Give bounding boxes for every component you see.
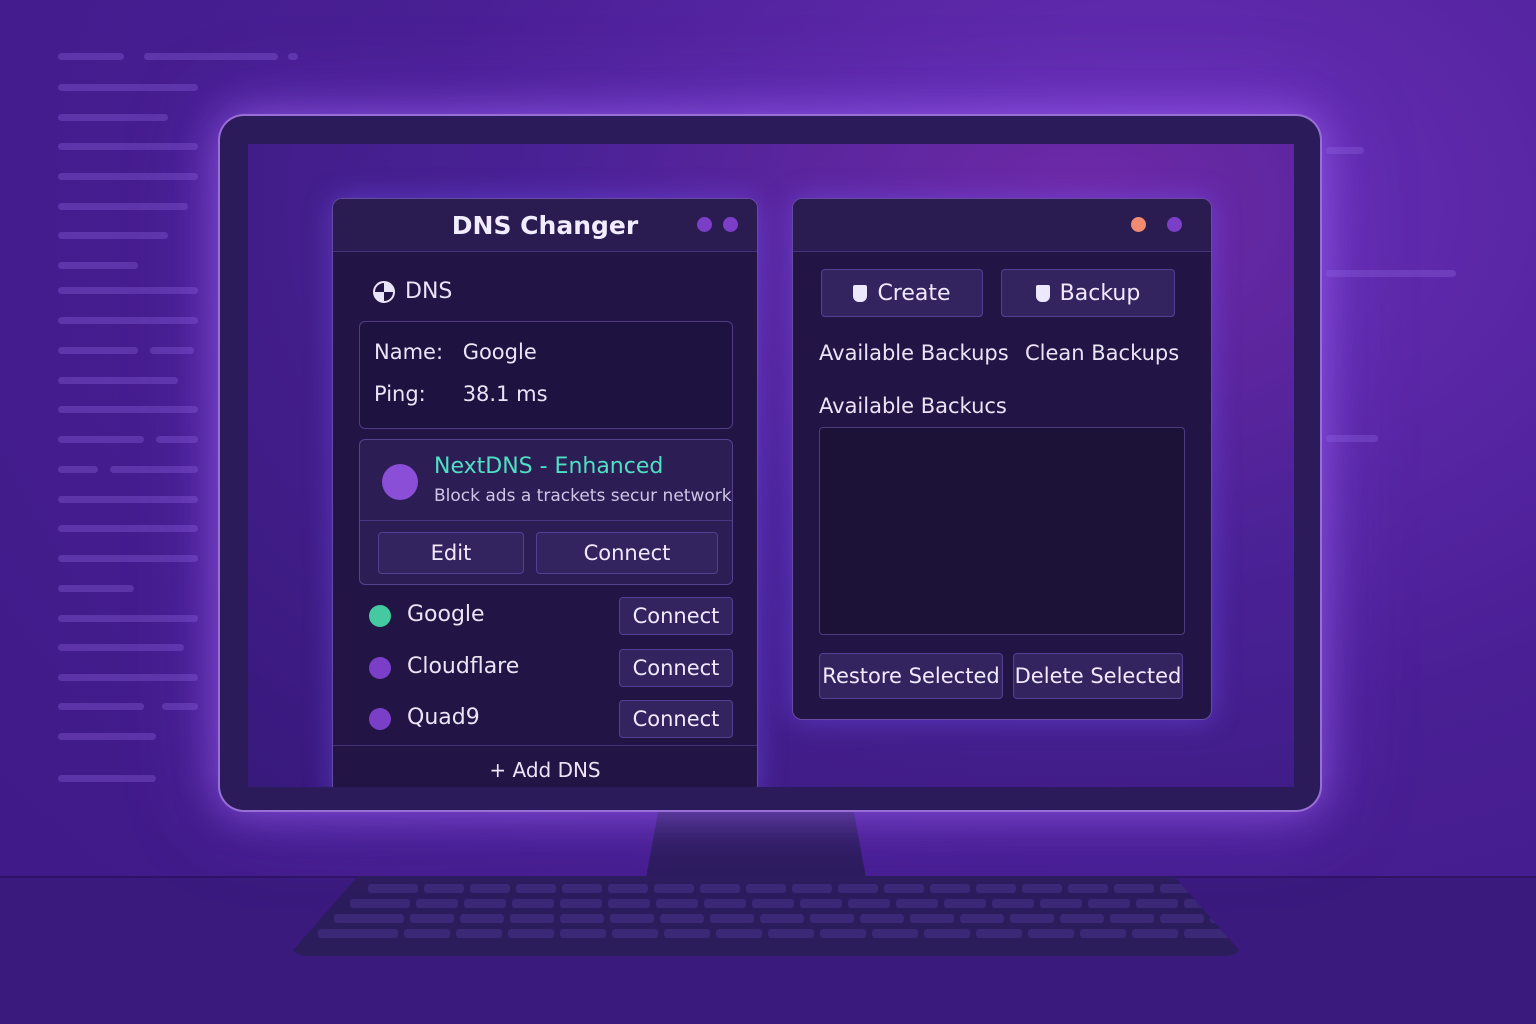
- connect-button[interactable]: Connect: [619, 649, 733, 687]
- minimize-button[interactable]: [697, 217, 712, 232]
- featured-connect-button[interactable]: Connect: [536, 532, 718, 574]
- monitor: DNS Changer DNS Name: Google Ping: 38.1 …: [218, 114, 1322, 812]
- dns-server-name: Google: [407, 602, 485, 627]
- ping-row: Ping: 38.1 ms: [374, 382, 548, 406]
- dns-server-name: Quad9: [407, 705, 480, 730]
- ping-value: 38.1 ms: [462, 382, 548, 406]
- title-bar: [793, 199, 1211, 252]
- keyboard-row: [318, 929, 1244, 938]
- title-bar: DNS Changer: [333, 199, 757, 252]
- globe-icon: [373, 280, 395, 303]
- status-inactive-icon: [369, 657, 391, 679]
- dns-server-row: Quad9 Connect: [369, 700, 735, 738]
- backup-list-heading: Available Backucs: [819, 394, 1007, 418]
- current-dns-info: Name: Google Ping: 38.1 ms: [359, 321, 733, 429]
- status-inactive-icon: [369, 708, 391, 730]
- dns-section-header: DNS: [373, 279, 452, 304]
- clean-backups-link[interactable]: Clean Backups: [1025, 341, 1179, 365]
- edit-button[interactable]: Edit: [378, 532, 524, 574]
- name-key: Name:: [374, 340, 444, 364]
- close-button[interactable]: [723, 217, 738, 232]
- dns-server-name: Cloudflare: [407, 654, 520, 679]
- keyboard: [288, 876, 1244, 956]
- section-label: DNS: [405, 279, 453, 304]
- close-button[interactable]: [1131, 217, 1146, 232]
- window-title: DNS Changer: [451, 211, 639, 240]
- ping-key: Ping:: [374, 382, 426, 406]
- keyboard-row: [350, 899, 1226, 908]
- dns-avatar: [382, 464, 418, 500]
- add-dns-button[interactable]: + Add DNS: [333, 758, 757, 782]
- name-row: Name: Google: [374, 340, 537, 364]
- delete-selected-button[interactable]: Delete Selected: [1013, 653, 1183, 699]
- add-dns-bar[interactable]: + Add DNS: [333, 745, 757, 787]
- create-button[interactable]: Create: [821, 269, 983, 317]
- backup-list[interactable]: [819, 427, 1185, 635]
- keyboard-row: [368, 884, 1200, 893]
- featured-dns-card[interactable]: NextDNS - Enhanced Block ads a trackets …: [359, 439, 733, 585]
- dns-server-row: Google Connect: [369, 597, 735, 635]
- featured-dns-name: NextDNS - Enhanced: [434, 454, 664, 479]
- backup-label: Backup: [1059, 281, 1141, 306]
- create-label: Create: [877, 281, 951, 306]
- available-backups-link[interactable]: Available Backups: [819, 341, 1009, 365]
- dns-changer-window: DNS Changer DNS Name: Google Ping: 38.1 …: [332, 198, 758, 787]
- cup-icon: [1035, 285, 1050, 302]
- monitor-stand: [646, 812, 866, 878]
- featured-dns-description: Block ads a trackets secur network: [434, 486, 732, 506]
- monitor-screen: DNS Changer DNS Name: Google Ping: 38.1 …: [248, 144, 1294, 787]
- dns-server-row: Cloudflare Connect: [369, 649, 735, 687]
- minimize-button[interactable]: [1167, 217, 1182, 232]
- connect-button[interactable]: Connect: [619, 700, 733, 738]
- name-value: Google: [462, 340, 537, 364]
- backup-window: Create Backup Available Backups Clean Ba…: [792, 198, 1212, 720]
- connect-button[interactable]: Connect: [619, 597, 733, 635]
- featured-dns-header: NextDNS - Enhanced Block ads a trackets …: [360, 440, 732, 521]
- keyboard-row: [334, 914, 1244, 923]
- cup-icon: [853, 285, 868, 302]
- restore-selected-button[interactable]: Restore Selected: [819, 653, 1003, 699]
- status-active-icon: [369, 605, 391, 627]
- backup-button[interactable]: Backup: [1001, 269, 1175, 317]
